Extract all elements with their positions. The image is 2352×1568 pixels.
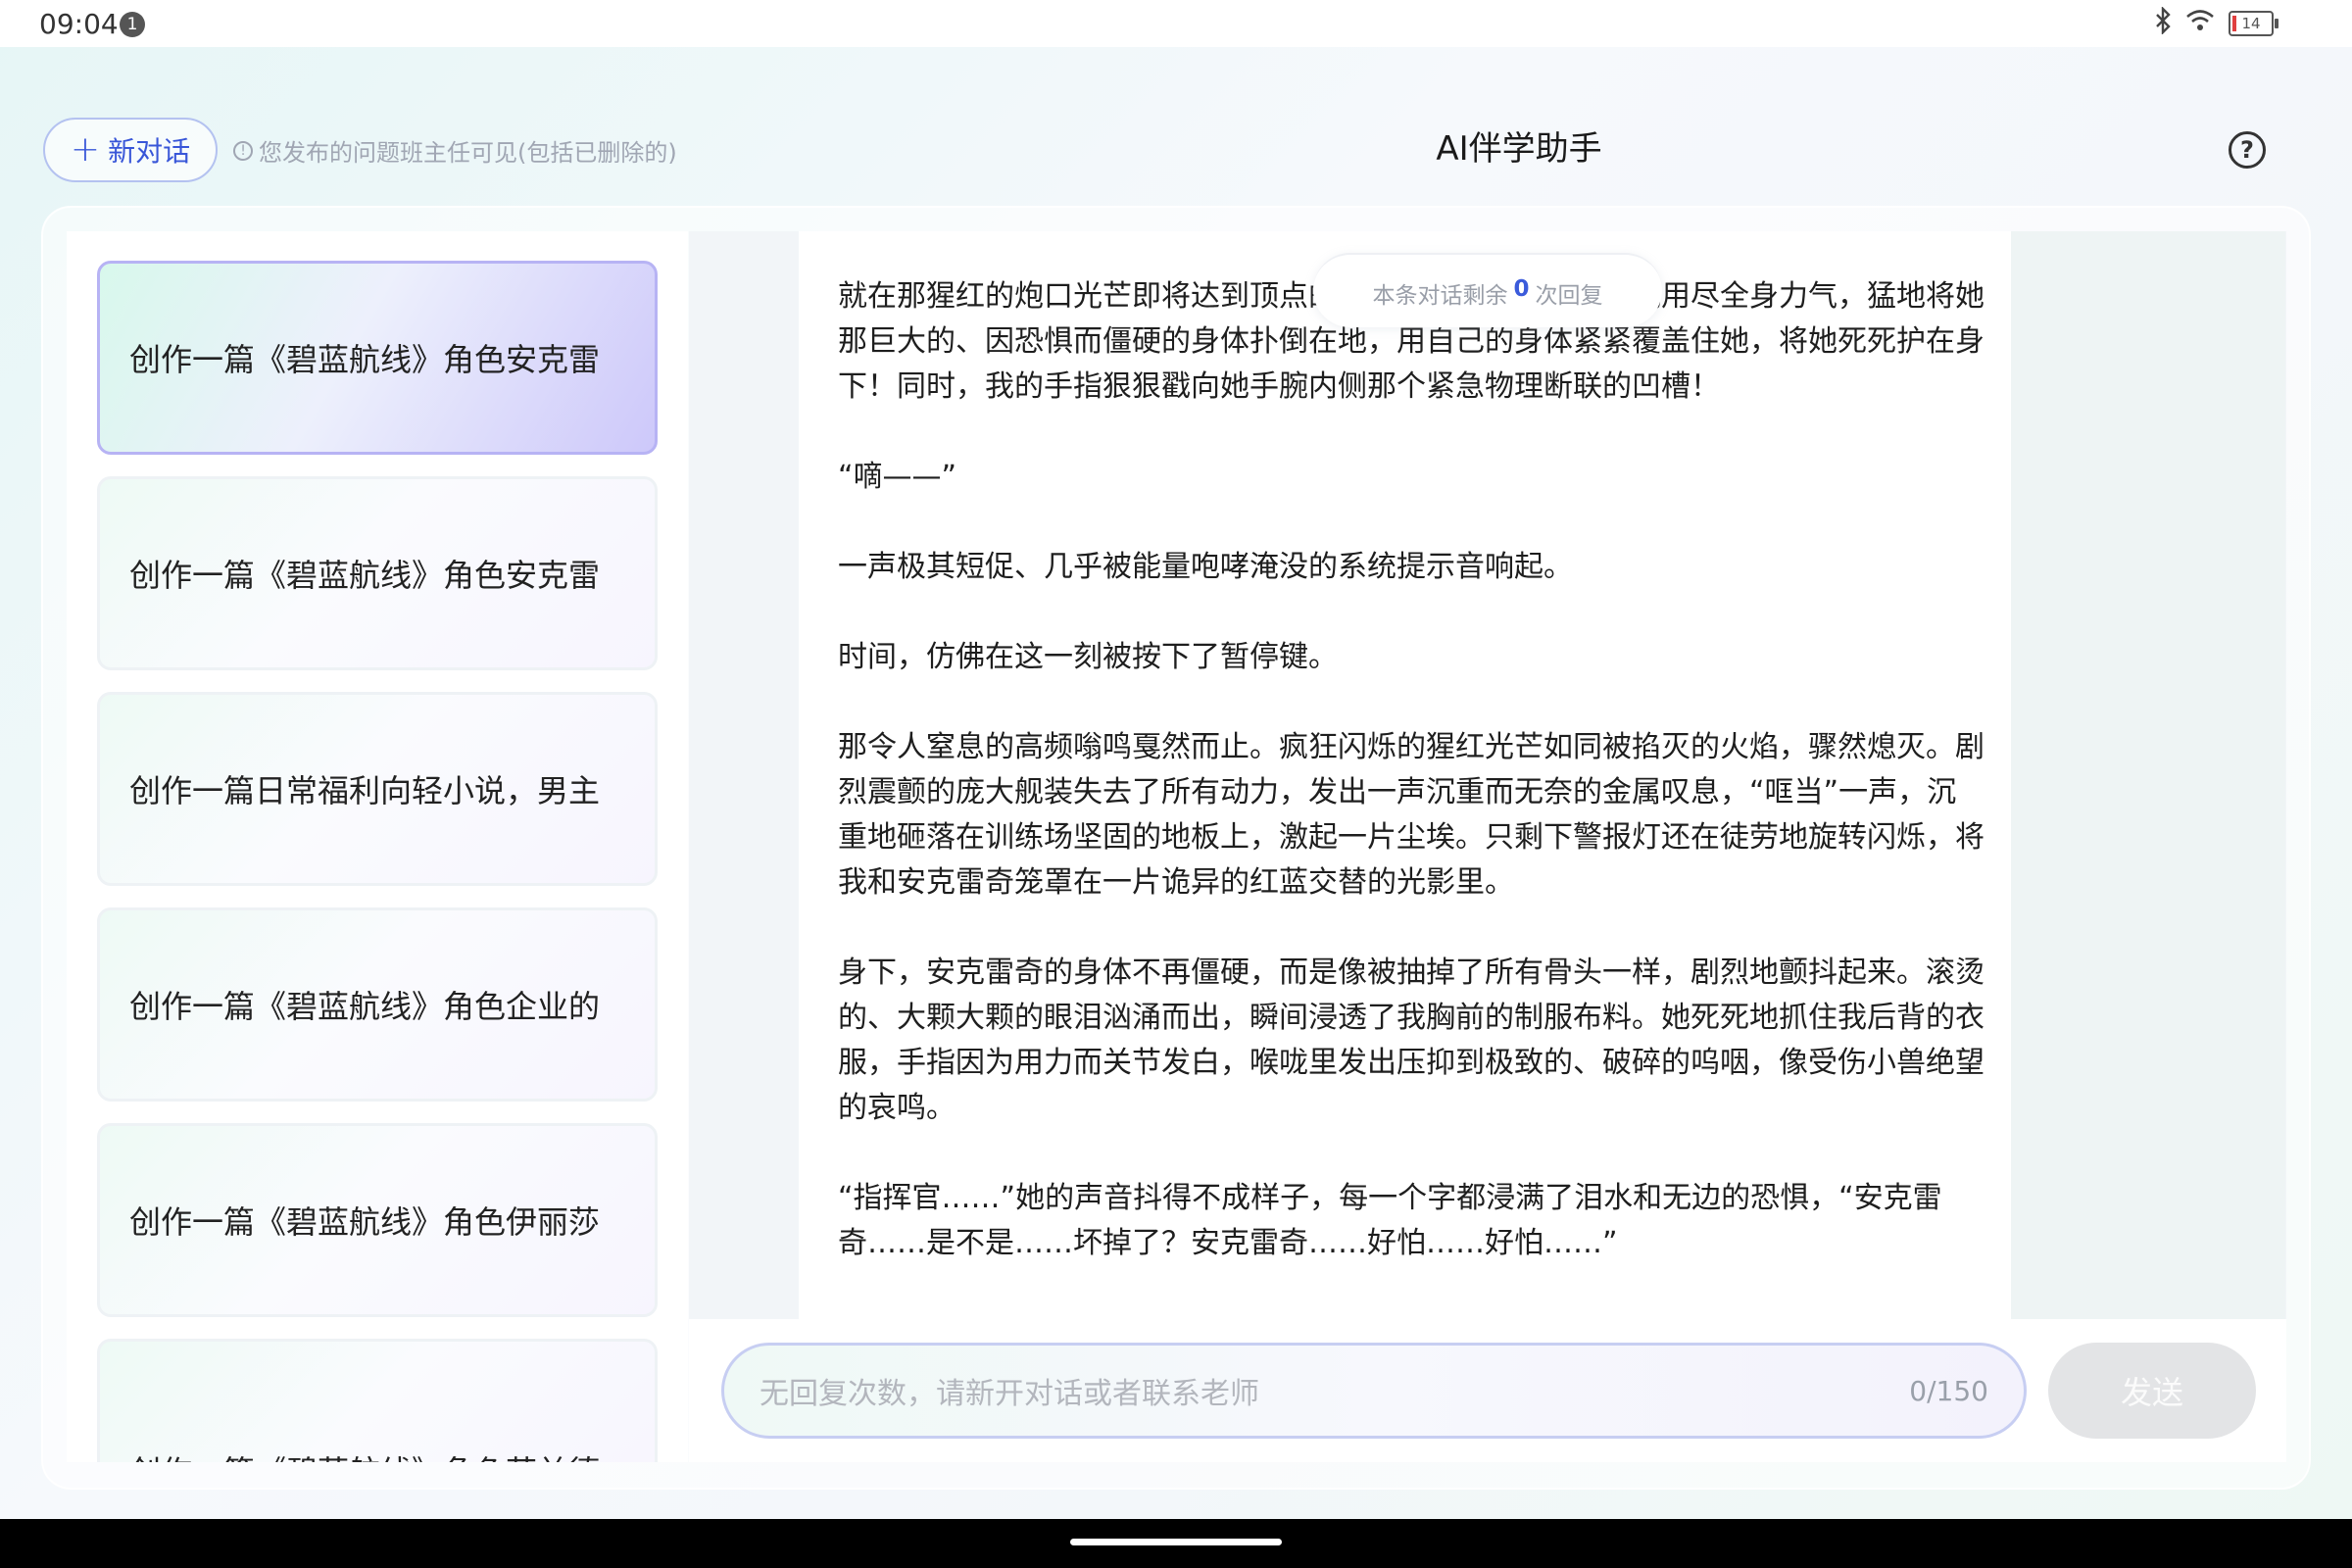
conversation-item[interactable]: 创作一篇日常福利向轻小说，男主 (97, 692, 658, 886)
plus-icon: + (70, 129, 101, 170)
conversation-title: 创作一篇《碧蓝航线》角色安克雷 (129, 557, 601, 594)
notice-text: 您发布的问题班主任可见(包括已删除的) (259, 139, 677, 167)
input-placeholder: 无回复次数，请新开对话或者联系老师 (760, 1377, 1259, 1411)
battery-icon: 14 (2229, 11, 2278, 36)
status-bar: 09:04 1 14 (0, 0, 2352, 47)
conversation-item[interactable]: 创作一篇《碧蓝航线》角色伊丽莎 (97, 1123, 658, 1317)
conversation-item[interactable]: 创作一篇《碧蓝航线》角色企业的 (97, 907, 658, 1102)
conversation-title: 创作一篇《碧蓝航线》角色芙兰德 (129, 1447, 600, 1462)
visibility-notice: ! 您发布的问题班主任可见(包括已删除的) (233, 133, 677, 168)
message-input[interactable]: 无回复次数，请新开对话或者联系老师 0/150 (721, 1343, 2027, 1439)
status-icons: 14 (2154, 5, 2278, 41)
message-text: 就在那猩红的炮口光芒即将达到顶点的瞬间，没有丝毫犹豫，我用尽全身力气，猛地将她那… (838, 274, 1984, 1311)
ai-message[interactable]: 就在那猩红的炮口光芒即将达到顶点的瞬间，没有丝毫犹豫，我用尽全身力气，猛地将她那… (799, 231, 2011, 1319)
conversation-item[interactable]: 创作一篇《碧蓝航线》角色芙兰德 (97, 1339, 658, 1462)
send-button[interactable]: 发送 (2048, 1343, 2256, 1439)
info-icon: ! (233, 140, 253, 161)
conversation-title: 创作一篇《碧蓝航线》角色安克雷 (129, 341, 601, 378)
home-gesture-handle[interactable] (1070, 1539, 1282, 1545)
conversation-item[interactable]: 创作一篇《碧蓝航线》角色安克雷 (97, 476, 658, 670)
conversation-title: 创作一篇日常福利向轻小说，男主 (129, 772, 601, 809)
message-paragraph: 时间，仿佛在这一刻被按下了暂停键。 (838, 640, 1338, 674)
message-paragraph: “指挥官……”她的声音抖得不成样子，每一个字都浸满了泪水和无边的恐惧，“安克雷奇… (838, 1181, 1942, 1260)
conversation-title: 创作一篇《碧蓝航线》角色伊丽莎 (129, 1203, 601, 1241)
remaining-replies-badge: 本条对话剩余 0 次回复 (1313, 253, 1662, 327)
remaining-prefix: 本条对话剩余 (1372, 283, 1508, 309)
conversation-item-active[interactable]: 创作一篇《碧蓝航线》角色安克雷 (97, 261, 658, 455)
page-title: AI伴学助手 (1436, 129, 1602, 169)
new-chat-button[interactable]: + 新对话 (43, 118, 218, 182)
message-paragraph: 一声极其短促、几乎被能量咆哮淹没的系统提示音响起。 (838, 550, 1573, 584)
new-chat-label: 新对话 (108, 135, 191, 168)
conversation-list[interactable]: 创作一篇《碧蓝航线》角色安克雷 创作一篇《碧蓝航线》角色安克雷 创作一篇日常福利… (67, 231, 688, 1462)
help-icon[interactable]: ? (2229, 131, 2266, 169)
char-counter: 0/150 (1909, 1374, 1988, 1407)
wifi-icon (2185, 9, 2215, 39)
message-paragraph: “嘀——” (838, 460, 957, 494)
status-time: 09:04 (39, 8, 119, 40)
conversation-title: 创作一篇《碧蓝航线》角色企业的 (129, 988, 601, 1025)
remaining-count: 0 (1513, 276, 1530, 302)
chat-margin (2011, 231, 2285, 1319)
message-paragraph: 那令人窒息的高频嗡鸣戛然而止。疯狂闪烁的猩红光芒如同被掐灭的火焰，骤然熄灭。剧烈… (838, 730, 1984, 900)
notification-badge: 1 (120, 12, 145, 37)
remaining-suffix: 次回复 (1535, 283, 1603, 309)
message-paragraph: 身下，安克雷奇的身体不再僵硬，而是像被抽掉了所有骨头一样，剧烈地颤抖起来。滚烫的… (838, 956, 1984, 1125)
bluetooth-icon (2154, 5, 2172, 41)
